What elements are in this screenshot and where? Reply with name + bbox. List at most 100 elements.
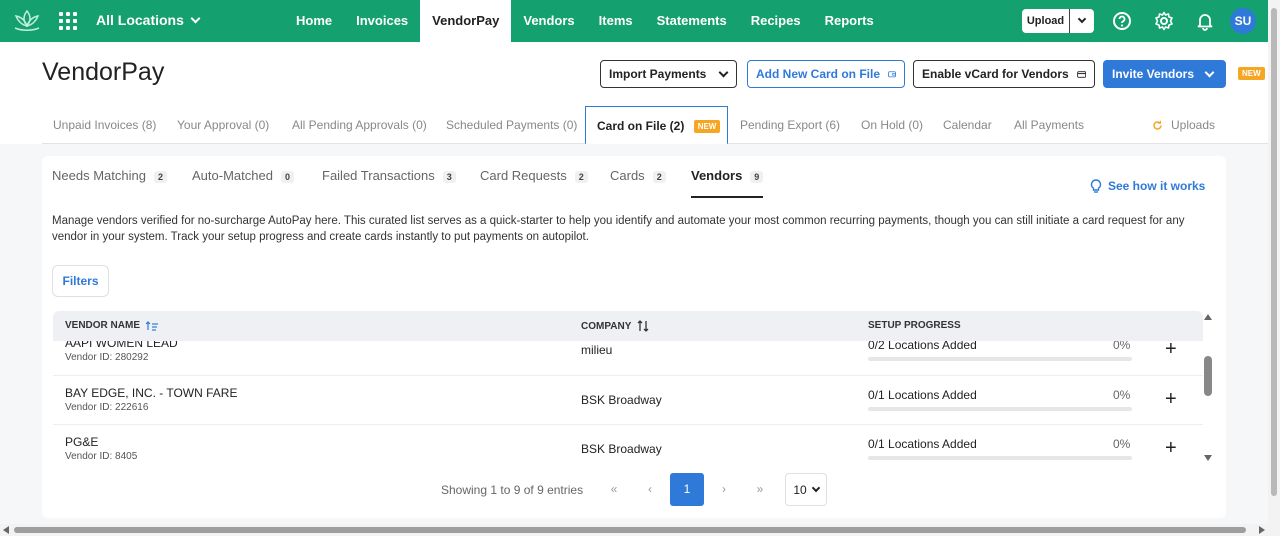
subtab-auto-matched[interactable]: Auto-Matched 0	[192, 168, 294, 198]
subtab-label: Auto-Matched	[192, 168, 273, 183]
table-body: AAPI WOMEN LEAD Vendor ID: 280292 milieu…	[53, 341, 1203, 471]
progress-bar	[868, 456, 1132, 460]
nav-reports[interactable]: Reports	[813, 0, 886, 42]
company-column[interactable]: COMPANY	[581, 320, 649, 332]
enable-vcard-button[interactable]: Enable vCard for Vendors	[913, 60, 1095, 88]
import-payments-label: Import Payments	[609, 67, 707, 81]
first-page-button[interactable]: «	[597, 473, 631, 506]
page-horizontal-scrollbar[interactable]	[0, 524, 1268, 536]
subtab-label: Needs Matching	[52, 168, 146, 183]
bell-icon[interactable]	[1195, 11, 1215, 31]
subtab-needs-matching[interactable]: Needs Matching 2	[52, 168, 167, 198]
invite-vendors-label: Invite Vendors	[1112, 67, 1195, 81]
new-badge: NEW	[693, 120, 721, 133]
count-badge: 3	[442, 171, 456, 183]
tab-scheduled-payments[interactable]: Scheduled Payments (0)	[446, 106, 577, 144]
vendor-name: PG&E	[65, 435, 99, 449]
app-grid-icon[interactable]	[59, 12, 77, 30]
tab-on-hold[interactable]: On Hold (0)	[861, 106, 923, 144]
help-icon[interactable]	[1112, 11, 1132, 31]
subtab-card-requests[interactable]: Card Requests 2	[480, 168, 588, 198]
sort-ascending-icon[interactable]	[146, 320, 159, 331]
main-nav: Home Invoices VendorPay Vendors Items St…	[284, 0, 886, 42]
vendor-id: Vendor ID: 222616	[65, 402, 149, 413]
tab-unpaid-invoices[interactable]: Unpaid Invoices (8)	[53, 106, 156, 144]
user-avatar[interactable]: SU	[1230, 8, 1256, 34]
scrollbar-thumb[interactable]	[1271, 8, 1277, 496]
tab-calendar[interactable]: Calendar	[943, 106, 992, 144]
vendor-name-column[interactable]: VENDOR NAME	[65, 320, 159, 331]
column-label: COMPANY	[581, 320, 632, 332]
setup-progress-column: SETUP PROGRESS	[868, 320, 961, 331]
subtab-label: Cards	[610, 168, 645, 183]
add-location-button[interactable]: +	[1165, 388, 1177, 411]
nav-statements[interactable]: Statements	[645, 0, 739, 42]
main-tabs: Unpaid Invoices (8) Your Approval (0) Al…	[42, 106, 1268, 145]
upload-button[interactable]: Upload	[1022, 9, 1070, 33]
last-page-button[interactable]: »	[743, 473, 777, 506]
scroll-up-icon[interactable]	[1204, 314, 1212, 320]
column-label: SETUP PROGRESS	[868, 320, 961, 331]
upload-split-button[interactable]: Upload	[1022, 9, 1094, 33]
company-name: milieu	[581, 343, 613, 357]
filters-button[interactable]: Filters	[52, 265, 109, 297]
lightbulb-icon	[1090, 179, 1102, 193]
page-vertical-scrollbar[interactable]	[1268, 0, 1280, 536]
progress-bar	[868, 407, 1132, 411]
see-how-it-works-link[interactable]: See how it works	[1090, 179, 1205, 193]
nav-recipes[interactable]: Recipes	[739, 0, 813, 42]
next-page-button[interactable]: ›	[707, 473, 741, 506]
location-selector[interactable]: All Locations	[96, 12, 201, 28]
nav-invoices[interactable]: Invoices	[344, 0, 420, 42]
lotus-logo-icon[interactable]	[12, 8, 42, 34]
add-card-button[interactable]: Add New Card on File	[747, 60, 905, 88]
entries-info: Showing 1 to 9 of 9 entries	[441, 483, 584, 497]
nav-vendorpay[interactable]: VendorPay	[420, 0, 512, 42]
nav-home[interactable]: Home	[284, 0, 344, 42]
subtab-cards[interactable]: Cards 2	[610, 168, 666, 198]
scroll-down-icon[interactable]	[1204, 455, 1212, 461]
column-label: VENDOR NAME	[65, 320, 141, 331]
scrollbar-thumb[interactable]	[1204, 356, 1212, 396]
sort-icon[interactable]	[637, 320, 649, 332]
see-how-label: See how it works	[1108, 179, 1206, 193]
nav-vendors[interactable]: Vendors	[511, 0, 586, 42]
uploads-link[interactable]: Uploads	[1152, 106, 1215, 144]
location-label: All Locations	[96, 12, 184, 28]
progress-percent: 0%	[1113, 341, 1131, 352]
new-badge: NEW	[1238, 67, 1265, 80]
gear-icon[interactable]	[1154, 11, 1174, 31]
chevron-down-icon	[190, 13, 201, 23]
scrollbar-thumb[interactable]	[14, 527, 1246, 533]
tab-pending-export[interactable]: Pending Export (6)	[740, 106, 840, 144]
add-location-button[interactable]: +	[1165, 341, 1177, 361]
refresh-icon	[1153, 120, 1162, 130]
progress-label: 0/1 Locations Added	[868, 388, 977, 402]
tab-all-pending-approvals[interactable]: All Pending Approvals (0)	[292, 106, 427, 144]
page-button[interactable]: 1	[670, 473, 704, 506]
add-location-button[interactable]: +	[1165, 437, 1177, 460]
table-row: PG&E Vendor ID: 8405 BSK Broadway 0/1 Lo…	[53, 425, 1203, 471]
upload-dropdown[interactable]	[1070, 9, 1094, 33]
scroll-right-icon[interactable]	[1259, 526, 1265, 534]
subtab-failed-transactions[interactable]: Failed Transactions 3	[322, 168, 456, 198]
vendors-description: Manage vendors verified for no-surcharge…	[52, 215, 1185, 243]
table-scrollbar[interactable]	[1204, 311, 1214, 466]
subtab-vendors[interactable]: Vendors 9	[691, 168, 764, 198]
tab-all-payments[interactable]: All Payments	[1014, 106, 1084, 144]
tab-your-approval[interactable]: Your Approval (0)	[177, 106, 269, 144]
subtab-label: Card Requests	[480, 168, 567, 183]
enable-vcard-label: Enable vCard for Vendors	[922, 67, 1069, 81]
progress-label: 0/2 Locations Added	[868, 341, 977, 352]
credit-card-icon	[1076, 70, 1086, 78]
nav-items[interactable]: Items	[587, 0, 645, 42]
progress-label: 0/1 Locations Added	[868, 437, 977, 451]
add-card-label: Add New Card on File	[756, 67, 881, 81]
tab-card-on-file[interactable]: Card on File (2) NEW	[585, 106, 728, 145]
import-payments-button[interactable]: Import Payments	[600, 60, 737, 88]
invite-vendors-button[interactable]: Invite Vendors	[1103, 60, 1226, 88]
scroll-left-icon[interactable]	[3, 526, 9, 534]
chevron-down-icon	[1204, 67, 1215, 77]
prev-page-button[interactable]: ‹	[633, 473, 667, 506]
page-size-select[interactable]: 10	[785, 473, 827, 506]
